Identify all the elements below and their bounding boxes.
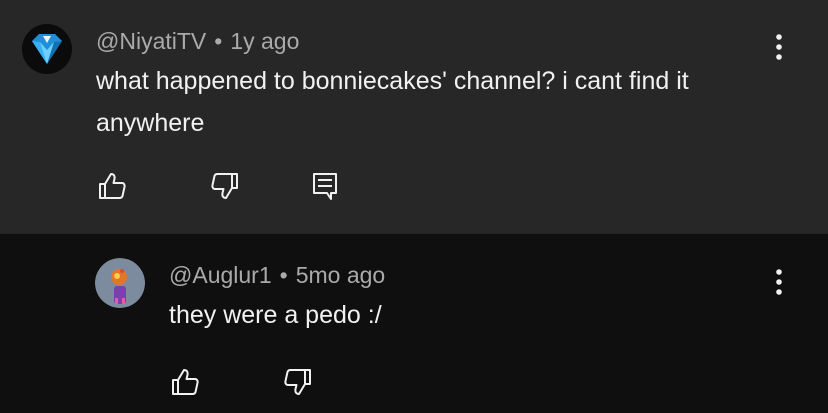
reply-author[interactable]: @Auglur1 bbox=[169, 262, 272, 288]
reply-time[interactable]: 5mo ago bbox=[296, 262, 386, 288]
blue-diamond-logo-icon bbox=[22, 24, 72, 74]
reply-comment-icon bbox=[313, 173, 337, 200]
vertical-dots-icon bbox=[776, 269, 782, 295]
reply-dislike-button[interactable] bbox=[278, 362, 318, 402]
reply-text: they were a pedo :/ bbox=[169, 301, 382, 329]
thumb-up-icon bbox=[172, 369, 199, 395]
reply-avatar[interactable] bbox=[95, 258, 145, 308]
commenter-avatar[interactable] bbox=[22, 24, 72, 74]
thumb-down-icon bbox=[211, 173, 238, 199]
dislike-button[interactable] bbox=[205, 166, 245, 206]
comment-author[interactable]: @NiyatiTV bbox=[96, 28, 206, 54]
comment-meta: @NiyatiTV • 1y ago bbox=[96, 27, 299, 55]
comments-screen: @NiyatiTV • 1y ago what happened to bonnie… bbox=[0, 0, 828, 413]
character-avatar-icon bbox=[95, 258, 145, 308]
meta-separator: • bbox=[214, 28, 223, 54]
thumb-down-icon bbox=[284, 369, 311, 395]
meta-separator: • bbox=[279, 262, 288, 288]
comment-text: what happened to bonniecakes' channel? i… bbox=[96, 67, 689, 137]
reply-more-button[interactable] bbox=[767, 262, 791, 302]
like-button[interactable] bbox=[92, 166, 132, 206]
reply-thread: @Auglur1 • 5mo ago they were a pedo :/ bbox=[0, 234, 828, 413]
reply-meta: @Auglur1 • 5mo ago bbox=[169, 261, 385, 289]
vertical-dots-icon bbox=[776, 34, 782, 60]
reply-like-button[interactable] bbox=[165, 362, 205, 402]
reply-button[interactable] bbox=[305, 166, 345, 206]
comment-more-button[interactable] bbox=[767, 27, 791, 67]
thumb-up-icon bbox=[99, 173, 126, 199]
comment-time[interactable]: 1y ago bbox=[230, 28, 299, 54]
comment-thread: @NiyatiTV • 1y ago what happened to bonnie… bbox=[0, 0, 828, 234]
